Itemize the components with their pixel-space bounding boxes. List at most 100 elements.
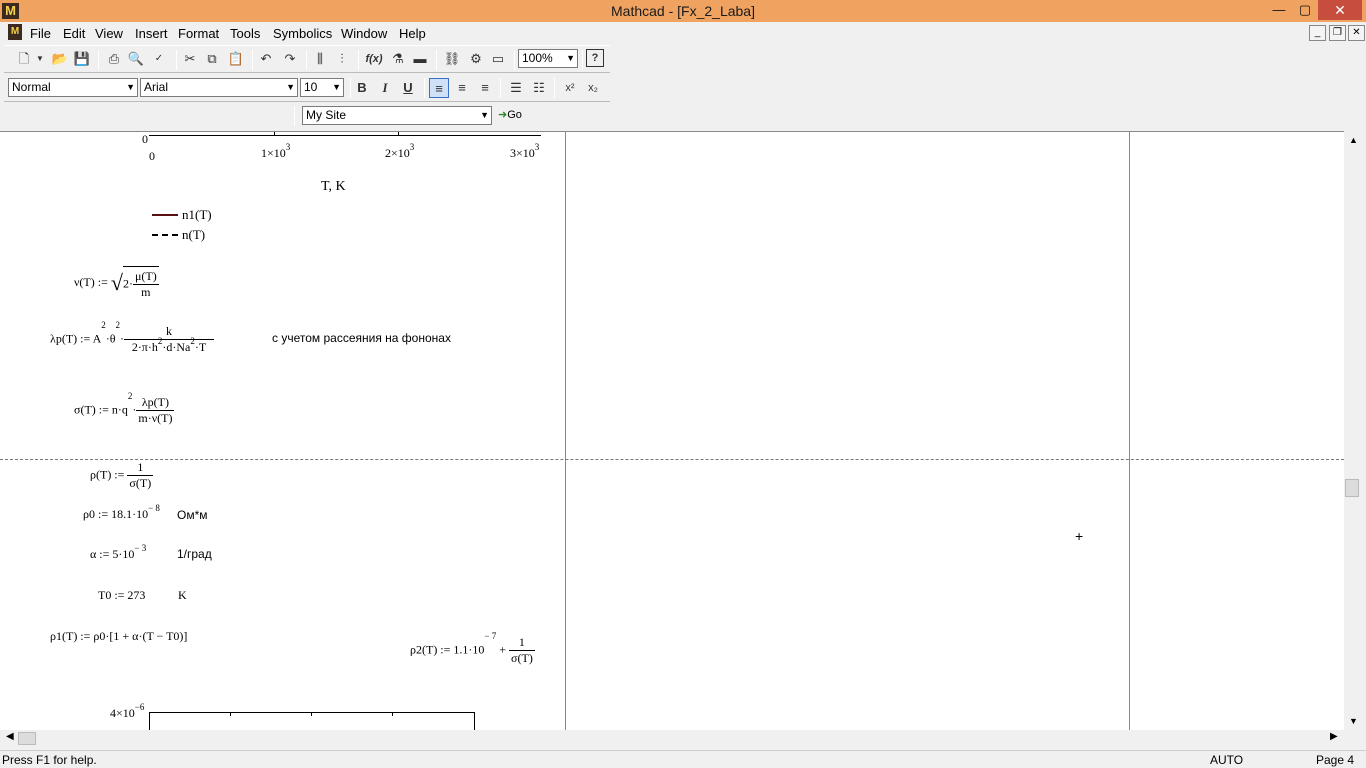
unit-label[interactable]: 1/град bbox=[177, 547, 212, 561]
equation-expr: ρ0 := 18.1·10 bbox=[83, 507, 149, 521]
italic-button[interactable]: I bbox=[375, 78, 395, 98]
calculate-icon[interactable]: ▬ bbox=[410, 49, 430, 69]
open-folder-icon[interactable]: 📂 bbox=[50, 49, 70, 69]
close-button[interactable]: ✕ bbox=[1318, 0, 1362, 20]
cut-icon[interactable]: ✂ bbox=[180, 49, 200, 69]
insert-hyperlink-icon[interactable]: ⛓ bbox=[442, 49, 462, 69]
copy-icon[interactable]: ⧉ bbox=[202, 49, 222, 69]
menu-tools[interactable]: Tools bbox=[230, 26, 260, 41]
paste-icon[interactable]: 📋 bbox=[226, 49, 246, 69]
help-icon[interactable]: ? bbox=[586, 49, 604, 67]
zoom-select[interactable]: 100% ▼ bbox=[518, 49, 578, 68]
go-button[interactable]: ➜Go bbox=[498, 108, 522, 121]
equation-term: 2· bbox=[122, 276, 133, 291]
scroll-down-icon[interactable]: ▼ bbox=[1349, 716, 1358, 726]
legend-label: n1(T) bbox=[182, 207, 212, 222]
bullets-icon[interactable]: ☰ bbox=[506, 78, 526, 98]
web-toolbar: My Site ▼ ➜Go bbox=[292, 102, 542, 130]
equation-alpha[interactable]: α := 5·10− 3 bbox=[90, 543, 146, 562]
plot-1-tick-mark bbox=[274, 132, 275, 136]
save-icon[interactable]: 💾 bbox=[72, 49, 92, 69]
equation-rho1[interactable]: ρ1(T) := ρ0·[1 + α·(T − T0)] bbox=[50, 629, 187, 644]
go-arrow-icon: ➜ bbox=[498, 109, 508, 121]
fraction: k 2·π·h2·d·Na2·T bbox=[124, 324, 214, 355]
align-down-icon[interactable]: ⫶ bbox=[332, 49, 352, 69]
horizontal-scroll-thumb[interactable] bbox=[18, 732, 36, 745]
menu-format[interactable]: Format bbox=[178, 26, 219, 41]
text-region-note[interactable]: с учетом рассеяния на фононах bbox=[272, 331, 451, 345]
vertical-scrollbar[interactable]: ▲ ▼ bbox=[1344, 131, 1366, 730]
scroll-up-icon[interactable]: ▲ bbox=[1349, 135, 1358, 145]
menu-file[interactable]: File bbox=[30, 26, 51, 41]
vertical-scroll-thumb[interactable] bbox=[1345, 479, 1359, 497]
maximize-button[interactable]: ▢ bbox=[1294, 0, 1316, 20]
style-select[interactable]: Normal ▼ bbox=[8, 78, 138, 97]
plot-1-x-tick-label: 3×103 bbox=[510, 142, 540, 160]
align-right-icon[interactable]: ≡ bbox=[475, 78, 495, 98]
superscript-icon[interactable]: x² bbox=[560, 78, 580, 98]
numbering-icon[interactable]: ☷ bbox=[529, 78, 549, 98]
menu-insert[interactable]: Insert bbox=[135, 26, 168, 41]
insert-component-icon[interactable]: ▭ bbox=[488, 49, 508, 69]
worksheet[interactable]: 0 0 1×103 2×103 3×103 T, K n1(T) n(T) ν(… bbox=[0, 131, 1344, 730]
scroll-left-icon[interactable]: ◀ bbox=[6, 731, 14, 742]
menu-edit[interactable]: Edit bbox=[63, 26, 85, 41]
print-icon[interactable]: ⎙ bbox=[104, 49, 124, 69]
subscript-icon[interactable]: x₂ bbox=[583, 78, 603, 98]
print-preview-icon[interactable]: 🔍 bbox=[126, 49, 146, 69]
equation-sigma[interactable]: σ(T) := n·q2· λp(T) m·ν(T) bbox=[74, 391, 175, 426]
crosshair-cursor-icon: + bbox=[1075, 528, 1084, 544]
menu-help[interactable]: Help bbox=[399, 26, 426, 41]
align-center-icon[interactable]: ≡ bbox=[452, 78, 472, 98]
plus-sign: + bbox=[499, 642, 507, 657]
fraction-numerator: k bbox=[124, 324, 214, 340]
toolbar-separator bbox=[582, 50, 583, 70]
equation-t0[interactable]: T0 := 273 bbox=[98, 588, 145, 603]
standard-toolbar: 🗋 ▼ 📂 💾 ⎙ 🔍 ✓ ✂ ⧉ 📋 ↶ ↷ ⫼ ⫶ f(x) ⚗ ▬ ⛓ ⚙… bbox=[4, 45, 610, 73]
horizontal-scrollbar[interactable]: ◀ ▶ bbox=[0, 730, 1344, 747]
fraction-denominator: σ(T) bbox=[129, 476, 152, 490]
menu-window[interactable]: Window bbox=[341, 26, 387, 41]
fraction-numerator: μ(T) bbox=[132, 269, 159, 285]
plot-2-y-tick-label: 4×10−6 bbox=[110, 702, 145, 720]
equation-rho[interactable]: ρ(T) := 1 σ(T) bbox=[90, 460, 154, 491]
equation-lhs: λp(T) := A bbox=[50, 331, 102, 346]
doc-close-button[interactable]: ✕ bbox=[1348, 25, 1365, 41]
align-left-icon[interactable]: ≡ bbox=[429, 78, 449, 98]
new-dropdown-icon[interactable]: ▼ bbox=[30, 49, 50, 69]
menu-view[interactable]: View bbox=[95, 26, 123, 41]
bold-button[interactable]: B bbox=[352, 78, 372, 98]
site-select[interactable]: My Site ▼ bbox=[302, 106, 492, 125]
equation-expr: α := 5·10 bbox=[90, 547, 135, 561]
menu-symbolics[interactable]: Symbolics bbox=[273, 26, 332, 41]
menu-bar: File Edit View Insert Format Tools Symbo… bbox=[0, 22, 1366, 44]
minimize-button[interactable]: — bbox=[1268, 0, 1290, 20]
doc-restore-button[interactable]: ❐ bbox=[1329, 25, 1346, 41]
page-margin-line bbox=[565, 132, 566, 730]
unit-label[interactable]: K bbox=[178, 588, 187, 603]
resources-icon[interactable]: ⚙ bbox=[466, 49, 486, 69]
font-size-select[interactable]: 10 ▼ bbox=[300, 78, 344, 97]
equation-rho2[interactable]: ρ2(T) := 1.1·10− 7 + 1 σ(T) bbox=[410, 631, 535, 666]
equation-lhs: ν(T) := bbox=[74, 274, 108, 289]
equation-rho0[interactable]: ρ0 := 18.1·10− 8 bbox=[83, 503, 160, 522]
scroll-right-icon[interactable]: ▶ bbox=[1330, 731, 1338, 742]
undo-icon[interactable]: ↶ bbox=[256, 49, 276, 69]
font-select[interactable]: Arial ▼ bbox=[140, 78, 298, 97]
formatting-toolbar: Normal ▼ Arial ▼ 10 ▼ B I U ≡ ≡ ≡ ☰ ☷ x² x₂ bbox=[4, 74, 610, 102]
fraction: λp(T) m·ν(T) bbox=[136, 395, 175, 426]
align-across-icon[interactable]: ⫼ bbox=[310, 49, 330, 69]
redo-icon[interactable]: ↷ bbox=[280, 49, 300, 69]
unit-label[interactable]: Ом*м bbox=[177, 508, 208, 522]
doc-minimize-button[interactable]: _ bbox=[1309, 25, 1326, 41]
insert-unit-icon[interactable]: ⚗ bbox=[388, 49, 408, 69]
zoom-value: 100% bbox=[522, 51, 553, 65]
plot-1-y-tick-label: 0 bbox=[142, 132, 148, 146]
document-icon[interactable]: M bbox=[8, 24, 22, 40]
underline-button[interactable]: U bbox=[398, 78, 418, 98]
insert-function-icon[interactable]: f(x) bbox=[364, 49, 384, 69]
equation-lambda-p[interactable]: λp(T) := A2·θ2· k 2·π·h2·d·Na2·T bbox=[50, 320, 214, 355]
fraction-numerator: 1 bbox=[127, 460, 154, 476]
spellcheck-icon[interactable]: ✓ bbox=[149, 49, 169, 69]
equation-nu[interactable]: ν(T) := √2· μ(T) m bbox=[74, 266, 159, 300]
